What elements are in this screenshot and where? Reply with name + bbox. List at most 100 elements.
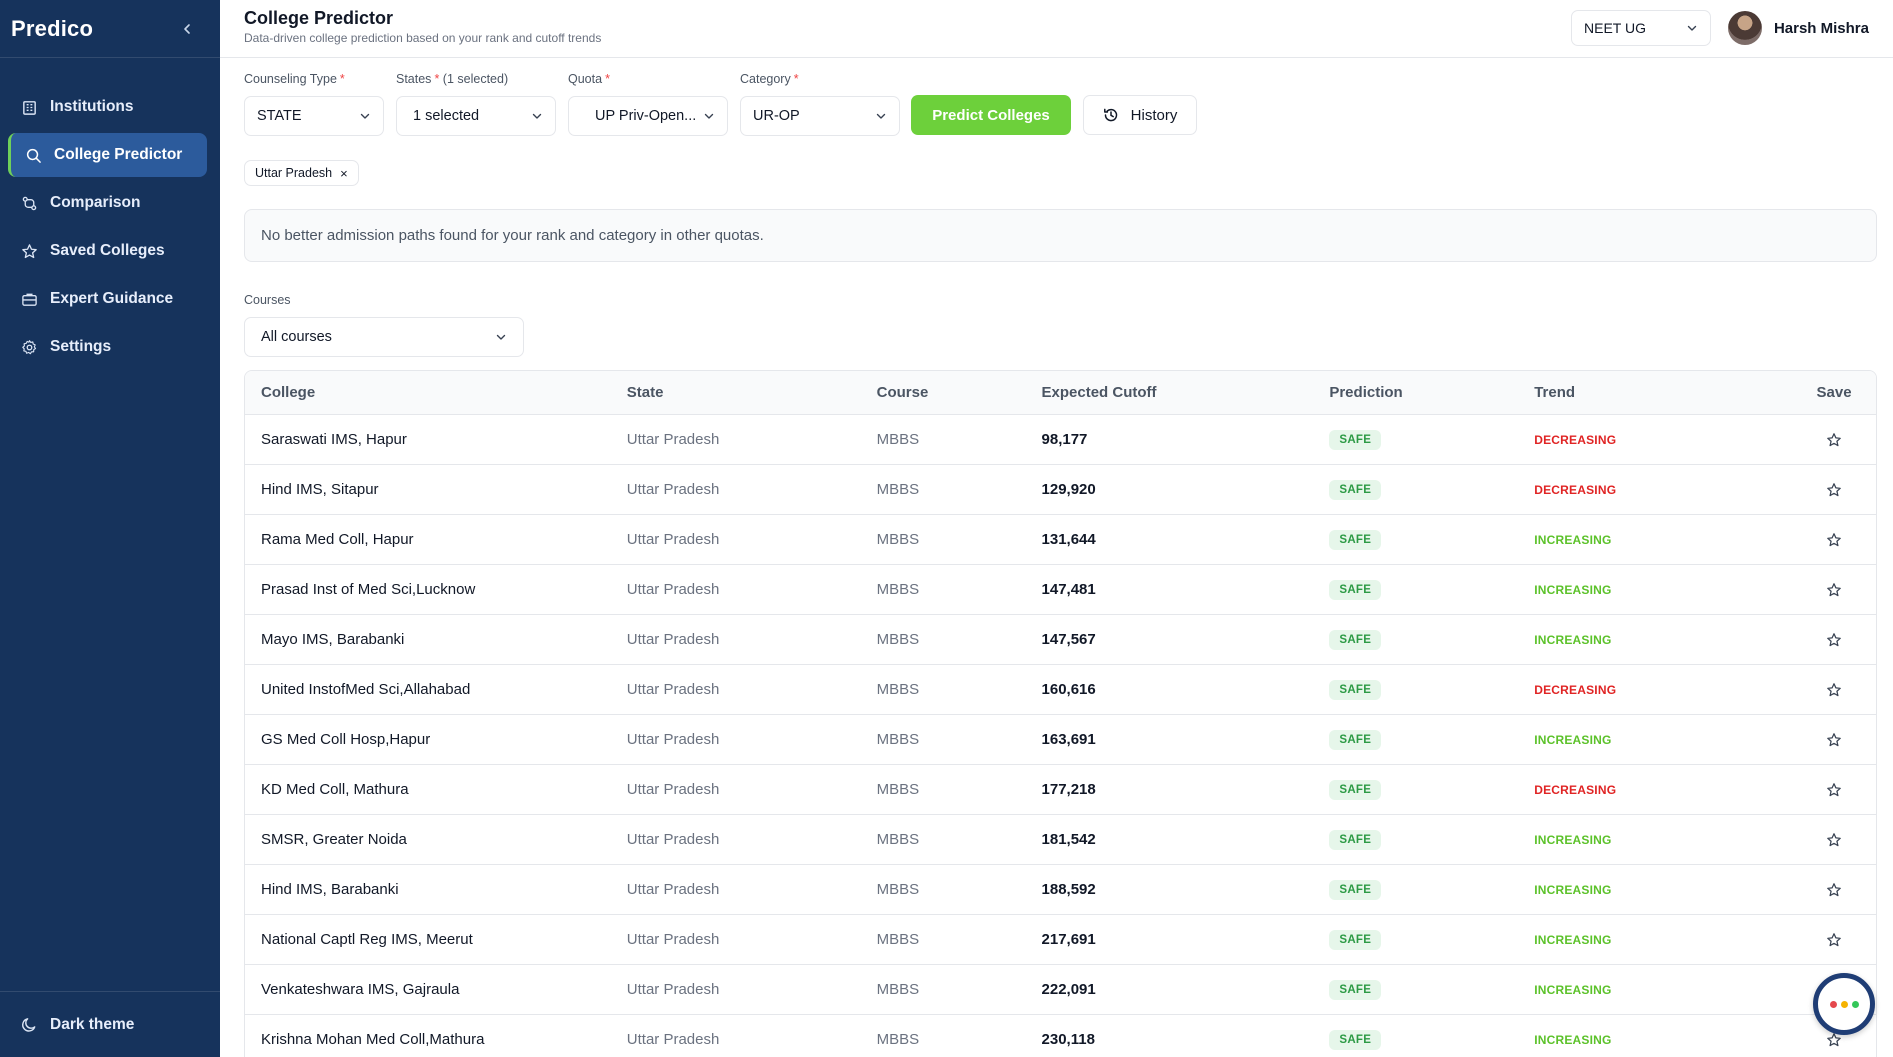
chevron-down-icon [532,113,542,119]
column-header-trend[interactable]: Trend [1534,384,1792,401]
college-name[interactable]: Venkateshwara IMS, Gajraula [245,981,627,998]
save-button[interactable] [1792,632,1876,648]
dark-theme-toggle[interactable]: Dark theme [0,991,220,1057]
college-name[interactable]: SMSR, Greater Noida [245,831,627,848]
save-button[interactable] [1792,582,1876,598]
prediction-cell: SAFE [1329,879,1534,900]
save-button[interactable] [1792,882,1876,898]
save-button[interactable] [1792,1032,1876,1048]
table-row[interactable]: KD Med Coll, Mathura Uttar Pradesh MBBS 177… [245,765,1876,815]
trend-label: INCREASING [1534,983,1612,997]
sidebar-item-expert-guidance[interactable]: Expert Guidance [8,277,207,321]
trend-label: INCREASING [1534,1033,1612,1047]
state-cell: Uttar Pradesh [626,581,720,598]
history-button[interactable]: History [1083,95,1197,135]
state-cell: Uttar Pradesh [626,831,720,848]
college-name[interactable]: GS Med Coll Hosp,Hapur [245,731,627,748]
quota-field: Quota * UP Priv-Open... [568,70,728,136]
star-icon [1826,732,1842,748]
table-row[interactable]: Hind IMS, Barabanki Uttar Pradesh MBBS 188,… [245,865,1876,915]
column-header-state[interactable]: State [627,384,877,401]
sidebar-item-college-predictor[interactable]: College Predictor [8,133,207,177]
college-name[interactable]: Hind IMS, Barabanki [245,881,627,898]
table-row[interactable]: Saraswati IMS, Hapur Uttar Pradesh MBBS 98,… [245,415,1876,465]
save-button[interactable] [1792,732,1876,748]
star-icon [1826,682,1842,698]
college-name[interactable]: Saraswati IMS, Hapur [245,431,627,448]
states-select[interactable]: 1 selected [396,96,556,136]
table-row[interactable]: Hind IMS, Sitapur Uttar Pradesh MBBS 129,92… [245,465,1876,515]
college-name[interactable]: National Captl Reg IMS, Meerut [245,931,627,948]
sidebar-item-settings[interactable]: Settings [8,325,207,369]
page-header: College Predictor Data-driven college pr… [220,0,1893,58]
prediction-badge: SAFE [1329,829,1382,850]
trend-label: INCREASING [1534,633,1612,647]
course-cell: MBBS [876,631,920,648]
column-header-cutoff[interactable]: Expected Cutoff [1042,384,1330,401]
save-button[interactable] [1792,532,1876,548]
sidebar-item-institutions[interactable]: Institutions [8,85,207,129]
counseling-type-select[interactable]: STATE [244,96,384,136]
save-button[interactable] [1792,932,1876,948]
category-select[interactable]: UR-OP [740,96,900,136]
table-row[interactable]: Mayo IMS, Barabanki Uttar Pradesh MBBS 147,… [245,615,1876,665]
table-row[interactable]: Krishna Mohan Med Coll,Mathura Uttar Prad… [245,1015,1876,1057]
column-header-course[interactable]: Course [877,384,1042,401]
save-button[interactable] [1792,782,1876,798]
college-name[interactable]: Mayo IMS, Barabanki [245,631,627,648]
college-name[interactable]: KD Med Coll, Mathura [245,781,627,798]
state-cell: Uttar Pradesh [626,931,720,948]
expected-cutoff-cell: 129,920 [1041,481,1096,498]
predict-colleges-button[interactable]: Predict Colleges [911,95,1071,135]
table-header: College State Course Expected Cutoff Pre… [245,371,1876,415]
chat-assistant-button[interactable] [1813,973,1875,1035]
prediction-badge: SAFE [1329,879,1382,900]
column-header-college[interactable]: College [245,384,627,401]
sidebar-item-comparison[interactable]: Comparison [8,181,207,225]
sidebar-item-label: Saved Colleges [50,242,165,259]
table-row[interactable]: Prasad Inst of Med Sci,Lucknow Uttar Prad… [245,565,1876,615]
quota-select[interactable]: UP Priv-Open... [568,96,728,136]
prediction-cell: SAFE [1329,729,1534,750]
history-icon [1103,107,1119,123]
star-icon [1826,482,1842,498]
expected-cutoff-cell: 147,567 [1041,631,1096,648]
college-name[interactable]: Rama Med Coll, Hapur [245,531,627,548]
college-name[interactable]: Hind IMS, Sitapur [245,481,627,498]
college-name[interactable]: Prasad Inst of Med Sci,Lucknow [245,581,627,598]
expected-cutoff-cell: 177,218 [1041,781,1096,798]
collapse-sidebar-button[interactable] [178,20,196,38]
table-row[interactable]: Venkateshwara IMS, Gajraula Uttar Pradesh… [245,965,1876,1015]
column-header-prediction[interactable]: Prediction [1329,384,1534,401]
chat-icon [1829,1000,1859,1008]
college-name[interactable]: Krishna Mohan Med Coll,Mathura [245,1031,627,1048]
expected-cutoff-cell: 147,481 [1041,581,1096,598]
table-row[interactable]: National Captl Reg IMS, Meerut Uttar Prad… [245,915,1876,965]
save-button[interactable] [1792,682,1876,698]
chip-remove-button[interactable]: × [340,166,348,181]
sidebar-item-label: Expert Guidance [50,290,174,307]
page-subtitle: Data-driven college prediction based on … [244,31,602,45]
counseling-type-value: STATE [257,108,302,124]
table-row[interactable]: GS Med Coll Hosp,Hapur Uttar Pradesh MBBS 1… [245,715,1876,765]
exam-select[interactable]: NEET UG [1571,10,1711,46]
table-row[interactable]: United InstofMed Sci,Allahabad Uttar Prad… [245,665,1876,715]
courses-select[interactable]: All courses [244,317,524,357]
state-cell: Uttar Pradesh [626,431,720,448]
table-row[interactable]: Rama Med Coll, Hapur Uttar Pradesh MBBS 131… [245,515,1876,565]
table-row[interactable]: SMSR, Greater Noida Uttar Pradesh MBBS 181,… [245,815,1876,865]
save-button[interactable] [1792,432,1876,448]
prediction-badge: SAFE [1329,729,1382,750]
user-name: Harsh Mishra [1773,19,1869,37]
state-cell: Uttar Pradesh [626,531,720,548]
user-menu[interactable]: Harsh Mishra [1727,10,1869,46]
sidebar-item-saved-colleges[interactable]: Saved Colleges [8,229,207,273]
college-name[interactable]: United InstofMed Sci,Allahabad [245,681,627,698]
save-button[interactable] [1792,482,1876,498]
save-button[interactable] [1792,832,1876,848]
dark-theme-label: Dark theme [50,1015,135,1033]
states-label: States * (1 selected) [396,70,556,88]
chevron-down-icon [876,113,886,119]
states-label-text: States [396,72,432,86]
prediction-cell: SAFE [1329,629,1534,650]
